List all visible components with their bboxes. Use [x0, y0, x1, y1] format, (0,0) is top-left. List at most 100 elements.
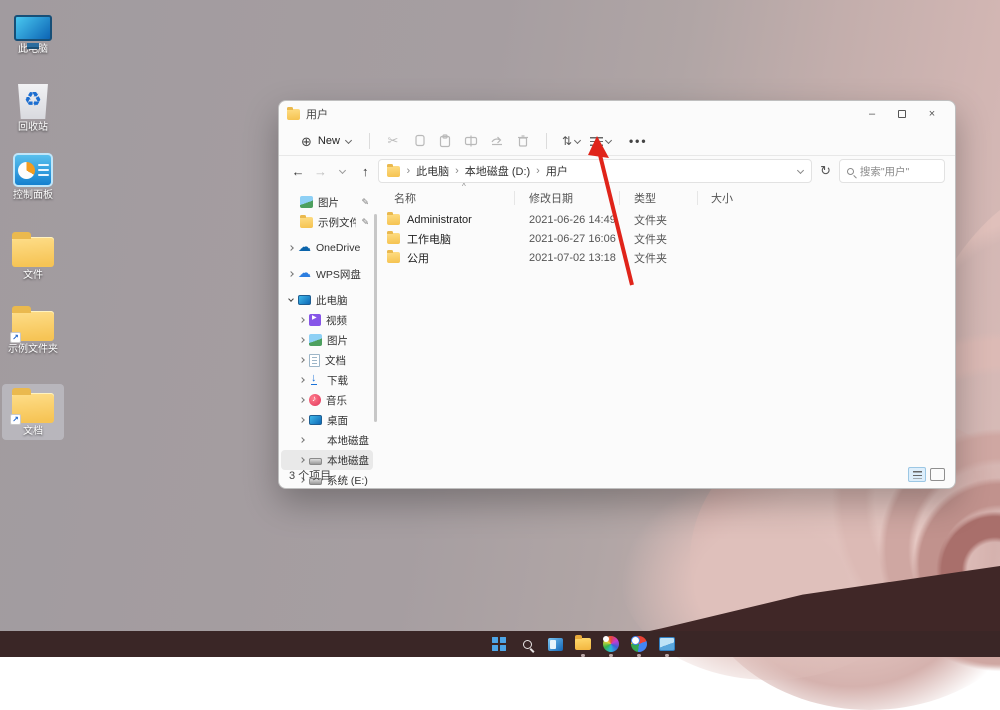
- windows-logo-icon: [492, 637, 506, 651]
- onedrive-cloud-icon: [298, 243, 311, 254]
- window-title: 用户: [306, 106, 328, 122]
- sidebar-item-drive-c[interactable]: 本地磁盘 (C:): [281, 430, 373, 450]
- sidebar-item-pictures[interactable]: 图片: [281, 330, 373, 350]
- history-dropdown-button[interactable]: [334, 160, 352, 182]
- file-row-administrator[interactable]: Administrator 2021-06-26 14:49 文件夹: [387, 210, 945, 229]
- delete-button[interactable]: [510, 130, 536, 152]
- chevron-right-icon[interactable]: [299, 417, 305, 423]
- breadcrumb-item-drive-d[interactable]: 本地磁盘 (D:): [465, 163, 530, 179]
- breadcrumb-item-this-pc[interactable]: 此电脑: [416, 163, 449, 179]
- sort-button[interactable]: ⇅: [557, 132, 585, 150]
- chevron-right-icon[interactable]: [299, 397, 305, 403]
- breadcrumb-item-users[interactable]: 用户: [546, 163, 568, 179]
- downloads-icon: [309, 375, 322, 386]
- file-list-pane: 名称 ^ 修改日期 类型 大小 Administrator 2021-06-26…: [379, 186, 955, 461]
- sidebar-item-pictures-pinned[interactable]: 图片 ✎: [281, 192, 373, 212]
- minimize-button[interactable]: –: [857, 102, 887, 126]
- chevron-right-icon[interactable]: [299, 317, 305, 323]
- desktop-icon-docs-shortcut[interactable]: ↗ 文档: [2, 384, 64, 440]
- desktop-icon-this-pc[interactable]: 此电脑: [2, 12, 64, 58]
- sidebar-scrollbar[interactable]: [374, 214, 377, 422]
- maximize-button[interactable]: [887, 102, 917, 126]
- copy-button[interactable]: [406, 130, 432, 152]
- ellipsis-icon: •••: [629, 134, 648, 148]
- close-button[interactable]: ×: [917, 102, 947, 126]
- sidebar-item-documents[interactable]: 文档: [281, 350, 373, 370]
- window-body: 图片 ✎ 示例文件夹 ✎ OneDrive WPS网盘: [279, 186, 955, 461]
- taskbar-edge-button[interactable]: [602, 635, 620, 653]
- trash-icon: [516, 134, 530, 148]
- chevron-right-icon[interactable]: [299, 437, 305, 443]
- desktop-icon-label: 控制面板: [13, 190, 53, 201]
- forward-button[interactable]: →: [311, 160, 329, 182]
- address-dropdown-icon[interactable]: [797, 166, 804, 173]
- chevron-down-icon[interactable]: [288, 296, 294, 302]
- desktop-icon-label: 文档: [23, 426, 43, 437]
- search-input[interactable]: 搜索"用户": [839, 159, 945, 183]
- taskbar-photos-button[interactable]: [658, 635, 676, 653]
- column-header-type[interactable]: 类型: [634, 190, 656, 206]
- sidebar-item-sample-folder-pinned[interactable]: 示例文件夹 ✎: [281, 212, 373, 232]
- sidebar-item-downloads[interactable]: 下载: [281, 370, 373, 390]
- desktop-icon-label: 示例文件夹: [8, 344, 58, 355]
- folder-icon: [387, 233, 400, 244]
- taskbar-file-explorer-button[interactable]: [574, 635, 592, 653]
- rename-button[interactable]: [458, 130, 484, 152]
- chevron-right-icon[interactable]: [299, 357, 305, 363]
- sort-ascending-caret: ^: [462, 182, 466, 191]
- column-divider[interactable]: [514, 191, 515, 205]
- cut-button[interactable]: ✂: [380, 130, 406, 152]
- file-explorer-icon: [575, 638, 591, 650]
- desktop-icon-sample-folder-shortcut[interactable]: ↗ 示例文件夹: [2, 302, 64, 358]
- column-header-date[interactable]: 修改日期: [529, 190, 573, 206]
- desktop-icon: [309, 415, 322, 425]
- folder-icon: [300, 217, 313, 228]
- paste-button[interactable]: [432, 130, 458, 152]
- chevron-right-icon[interactable]: [288, 271, 294, 277]
- search-icon: [847, 168, 854, 175]
- shortcut-arrow-icon: ↗: [10, 414, 21, 425]
- sidebar-item-videos[interactable]: 视频: [281, 310, 373, 330]
- column-header-name[interactable]: 名称: [394, 190, 416, 206]
- file-row-public[interactable]: 公用 2021-07-02 13:18 文件夹: [387, 248, 945, 267]
- wps-cloud-icon: [298, 269, 311, 280]
- folder-icon: [387, 252, 400, 263]
- paste-icon: [438, 134, 452, 148]
- large-icons-view-button[interactable]: [930, 468, 945, 481]
- column-divider[interactable]: [697, 191, 698, 205]
- share-button[interactable]: [484, 130, 510, 152]
- sidebar-item-music[interactable]: 音乐: [281, 390, 373, 410]
- chevron-right-icon[interactable]: [299, 337, 305, 343]
- file-row-work-pc[interactable]: 工作电脑 2021-06-27 16:06 文件夹: [387, 229, 945, 248]
- desktop-icon-control-panel[interactable]: 控制面板: [2, 150, 64, 204]
- details-view-button[interactable]: [908, 467, 926, 482]
- taskbar-chrome-button[interactable]: [630, 635, 648, 653]
- see-more-button[interactable]: •••: [624, 132, 653, 150]
- this-pc-icon: [298, 295, 311, 305]
- sidebar-item-this-pc[interactable]: 此电脑: [281, 290, 373, 310]
- column-divider[interactable]: [619, 191, 620, 205]
- chevron-right-icon[interactable]: [288, 245, 294, 251]
- file-explorer-window: 用户 – × ⊕ New ✂ ⇅: [278, 100, 956, 489]
- sidebar-item-wps-cloud[interactable]: WPS网盘: [281, 264, 373, 284]
- taskbar-search-button[interactable]: [518, 635, 536, 653]
- desktop-icon-folder[interactable]: 文件: [2, 228, 64, 284]
- sidebar-item-onedrive[interactable]: OneDrive: [281, 238, 373, 258]
- column-header-size[interactable]: 大小: [711, 190, 733, 206]
- window-folder-icon: [287, 109, 300, 120]
- start-button[interactable]: [490, 635, 508, 653]
- new-button[interactable]: ⊕ New: [293, 132, 359, 151]
- up-button[interactable]: ↑: [356, 160, 374, 182]
- address-bar: ← → ↑ › 此电脑 › 本地磁盘 (D:) › 用户 ↻ 搜索"用户": [279, 156, 955, 186]
- task-view-button[interactable]: [546, 635, 564, 653]
- title-bar[interactable]: 用户 – ×: [279, 101, 955, 127]
- breadcrumb[interactable]: › 此电脑 › 本地磁盘 (D:) › 用户: [378, 159, 812, 183]
- chevron-right-icon[interactable]: [299, 377, 305, 383]
- view-button[interactable]: [585, 135, 616, 148]
- pin-icon: ✎: [361, 217, 369, 228]
- back-button[interactable]: ←: [289, 160, 307, 182]
- copy-icon: [412, 134, 426, 148]
- desktop-icon-recycle-bin[interactable]: ♻ 回收站: [2, 78, 64, 136]
- refresh-button[interactable]: ↻: [816, 160, 834, 182]
- sidebar-item-desktop[interactable]: 桌面: [281, 410, 373, 430]
